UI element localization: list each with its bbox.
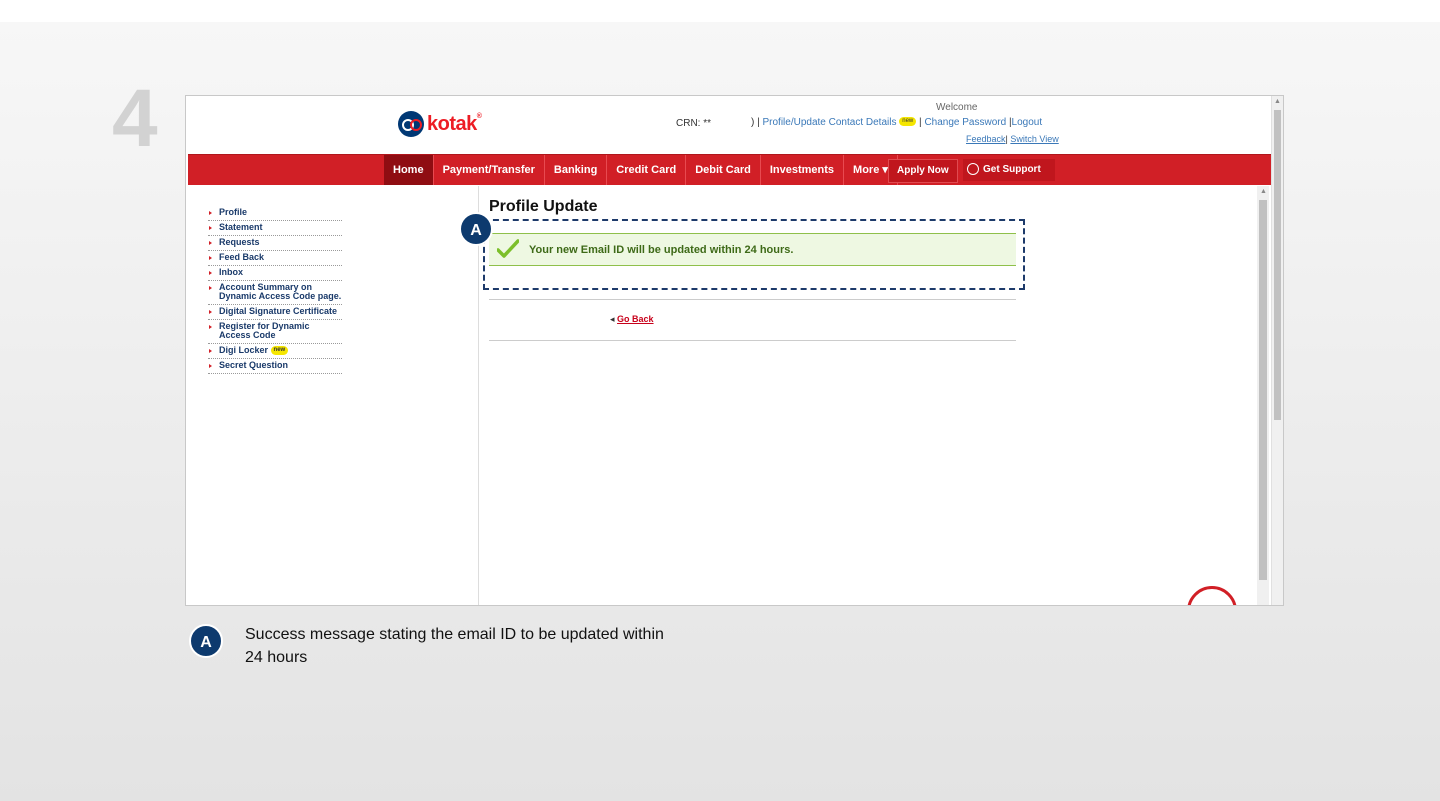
nav-items: Home Payment/Transfer Banking Credit Car… [384, 155, 898, 185]
get-support-button[interactable]: Get Support [963, 159, 1055, 181]
main-navbar: Home Payment/Transfer Banking Credit Car… [188, 154, 1271, 185]
go-back: ◂ Go Back [610, 314, 654, 325]
sub-links: Feedback| Switch View [966, 134, 1059, 144]
sidebar-item-statement[interactable]: Statement [208, 221, 342, 236]
highlight-box [483, 219, 1025, 290]
top-links: ) | Profile/Update Contact Details new |… [751, 117, 1043, 128]
scroll-up-icon: ▲ [1260, 188, 1267, 195]
step-number: 4 [112, 73, 158, 164]
column-divider [478, 186, 479, 605]
sidebar-item-secret-question[interactable]: Secret Question [208, 359, 342, 374]
divider [489, 299, 1016, 300]
links-prefix: ) | [751, 117, 760, 128]
sidebar-item-profile[interactable]: Profile [208, 206, 342, 221]
browser-screenshot: kotak® Welcome CRN: ** ) | Profile/Updat… [185, 95, 1284, 606]
sidebar-item-inbox[interactable]: Inbox [208, 266, 342, 281]
nav-debit-card[interactable]: Debit Card [686, 155, 761, 185]
crn-value: ** [703, 118, 712, 129]
logo-text: kotak® [427, 112, 482, 135]
callout-marker: A [459, 212, 493, 246]
divider [489, 340, 1016, 341]
annotation-caption: Success message stating the email ID to … [245, 626, 664, 666]
crn-label: CRN: ** [676, 118, 712, 129]
chat-assistant-avatar[interactable] [1187, 586, 1237, 605]
nav-home[interactable]: Home [384, 155, 434, 185]
inner-scrollbar[interactable]: ▲ [1257, 186, 1269, 605]
scroll-thumb[interactable] [1274, 110, 1281, 420]
scroll-up-icon: ▲ [1274, 98, 1281, 105]
page-title: Profile Update [489, 198, 598, 215]
profile-update-link[interactable]: Profile/Update Contact Details [763, 117, 897, 128]
digi-locker-new-badge: new [270, 346, 289, 355]
caption-marker: A [189, 624, 223, 658]
scroll-thumb[interactable] [1259, 200, 1267, 580]
sidebar-item-feedback[interactable]: Feed Back [208, 251, 342, 266]
sidebar-item-digi-locker[interactable]: Digi Locker new [208, 344, 342, 359]
welcome-text: Welcome [936, 102, 978, 113]
nav-investments[interactable]: Investments [761, 155, 845, 185]
logout-link[interactable]: Logout [1012, 117, 1043, 128]
kotak-logo[interactable]: kotak® [398, 111, 482, 137]
sidebar-item-account-summary[interactable]: Account Summary on Dynamic Access Code p… [208, 281, 342, 305]
sidebar-item-register-dac[interactable]: Register for Dynamic Access Code [208, 320, 342, 344]
phone-icon [967, 163, 979, 176]
nav-payment-transfer[interactable]: Payment/Transfer [434, 155, 545, 185]
sidebar-item-requests[interactable]: Requests [208, 236, 342, 251]
sidebar-menu: Profile Statement Requests Feed Back Inb… [208, 206, 342, 374]
back-arrow-icon: ◂ [610, 314, 615, 324]
nav-credit-card[interactable]: Credit Card [607, 155, 687, 185]
apply-now-button[interactable]: Apply Now [888, 159, 958, 183]
switch-view-link[interactable]: Switch View [1010, 134, 1058, 144]
nav-banking[interactable]: Banking [545, 155, 608, 185]
outer-scrollbar[interactable]: ▲ [1271, 96, 1283, 605]
kotak-logo-icon [398, 111, 424, 137]
new-badge: new [899, 117, 917, 126]
change-password-link[interactable]: Change Password [924, 117, 1006, 128]
sidebar-item-digital-signature[interactable]: Digital Signature Certificate [208, 305, 342, 320]
feedback-link[interactable]: Feedback [966, 134, 1006, 144]
go-back-link[interactable]: Go Back [617, 314, 654, 324]
